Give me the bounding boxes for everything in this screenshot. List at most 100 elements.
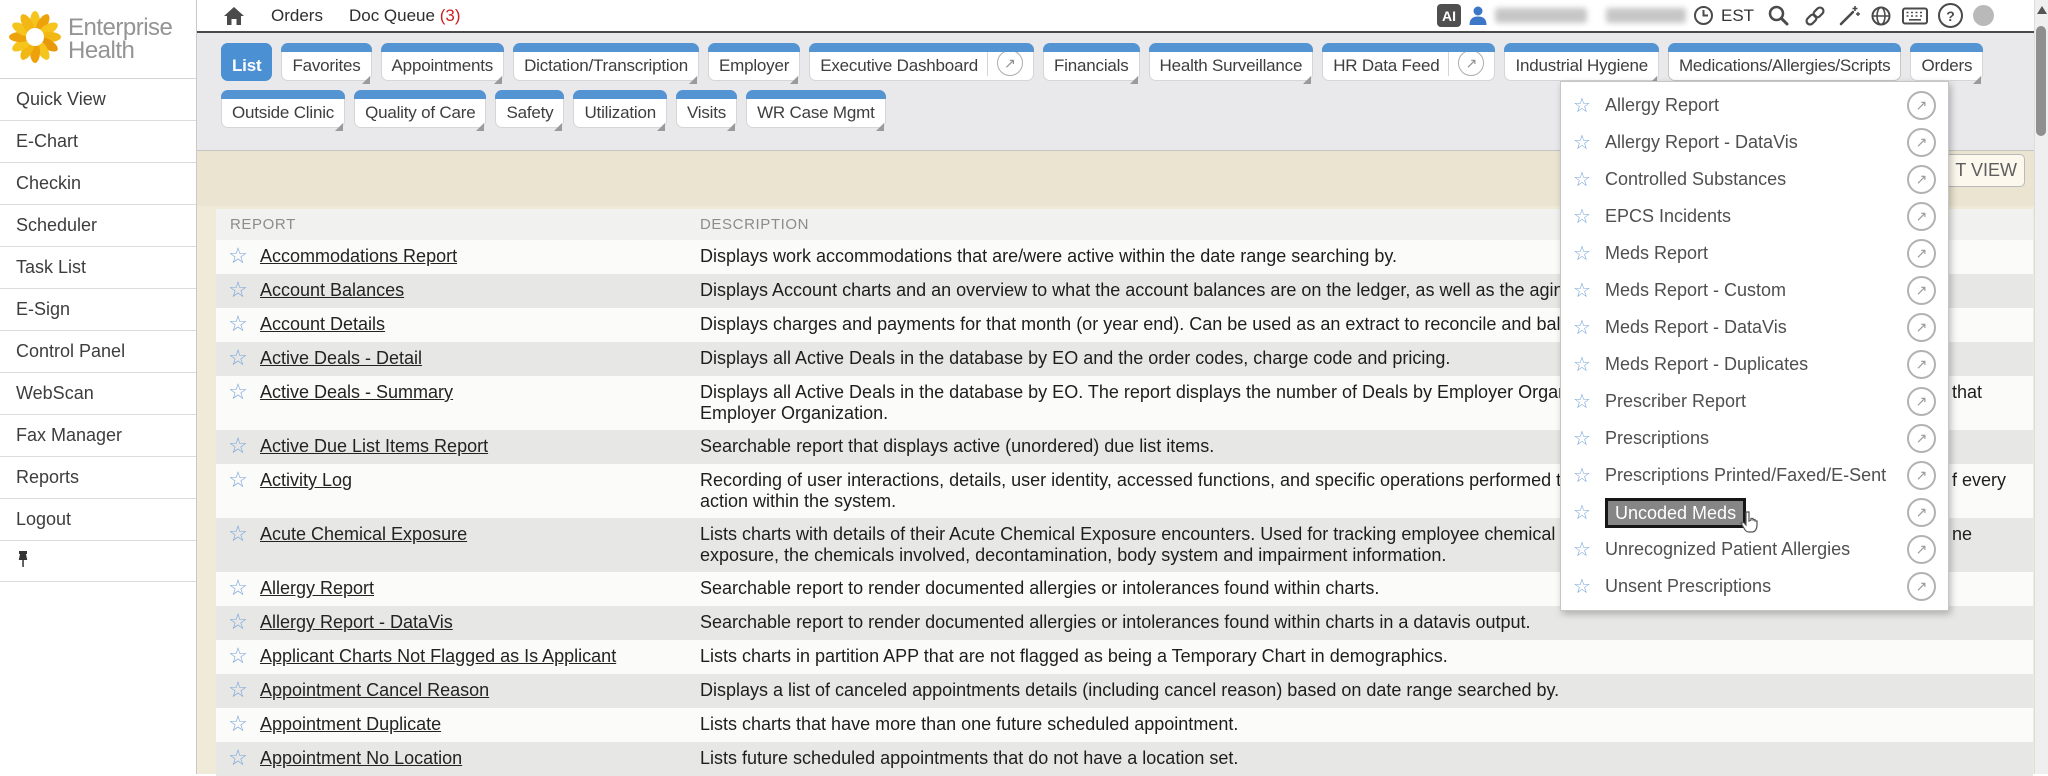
menu-item[interactable]: ☆ Unsent Prescriptions ↗ [1561,568,1948,605]
favorite-star-icon[interactable]: ☆ [216,308,260,342]
favorite-star-icon[interactable]: ☆ [1573,389,1605,414]
menu-item[interactable]: ☆ Meds Report ↗ [1561,235,1948,272]
favorite-star-icon[interactable]: ☆ [216,572,260,606]
open-in-new-icon[interactable]: ↗ [1907,461,1936,490]
sidebar-item[interactable]: Quick View [0,79,196,121]
favorite-star-icon[interactable]: ☆ [216,376,260,430]
open-in-new-icon[interactable]: ↗ [1907,165,1936,194]
tab[interactable]: Favorites [281,43,371,81]
menu-item[interactable]: ☆ Controlled Substances ↗ [1561,161,1948,198]
favorite-star-icon[interactable]: ☆ [216,742,260,776]
favorite-star-icon[interactable]: ☆ [1573,204,1605,229]
topbar-doc-queue-link[interactable]: Doc Queue (3) [349,6,461,26]
sidebar-item[interactable]: E-Sign [0,289,196,331]
tab[interactable]: Executive Dashboard ↗ [809,43,1034,81]
tab[interactable]: Financials [1043,43,1140,81]
tab[interactable]: WR Case Mgmt [746,90,886,128]
report-link[interactable]: Allergy Report - DataVis [260,612,453,632]
report-link[interactable]: Acute Chemical Exposure [260,524,467,544]
tab[interactable]: Visits [676,90,737,128]
favorite-star-icon[interactable]: ☆ [216,674,260,708]
menu-item[interactable]: ☆ Allergy Report ↗ [1561,87,1948,124]
report-link[interactable]: Appointment Duplicate [260,714,441,734]
favorite-star-icon[interactable]: ☆ [1573,93,1605,118]
menu-item[interactable]: ☆ Uncoded Meds ↗ [1561,494,1948,531]
open-in-new-icon[interactable]: ↗ [1907,239,1936,268]
favorite-star-icon[interactable]: ☆ [1573,130,1605,155]
tab[interactable]: Industrial Hygiene [1504,43,1658,81]
report-link[interactable]: Allergy Report [260,578,374,598]
favorite-star-icon[interactable]: ☆ [1573,426,1605,451]
favorite-star-icon[interactable]: ☆ [216,518,260,572]
favorite-star-icon[interactable]: ☆ [1573,463,1605,488]
report-link[interactable]: Account Details [260,314,385,334]
help-icon[interactable]: ? [1938,3,1963,28]
sidebar-item[interactable]: Control Panel [0,331,196,373]
favorite-star-icon[interactable]: ☆ [1573,167,1605,192]
sidebar-item[interactable]: Scheduler [0,205,196,247]
favorite-star-icon[interactable]: ☆ [1573,537,1605,562]
sidebar-item[interactable]: WebScan [0,373,196,415]
favorite-star-icon[interactable]: ☆ [1573,241,1605,266]
menu-item[interactable]: ☆ EPCS Incidents ↗ [1561,198,1948,235]
report-link[interactable]: Account Balances [260,280,404,300]
report-link[interactable]: Active Deals - Detail [260,348,422,368]
open-in-new-icon[interactable]: ↗ [1907,424,1936,453]
favorite-star-icon[interactable]: ☆ [216,430,260,464]
tab[interactable]: Quality of Care [354,90,486,128]
scrollbar-thumb[interactable] [2036,26,2046,136]
menu-item[interactable]: ☆ Prescriptions Printed/Faxed/E-Sent ↗ [1561,457,1948,494]
tab[interactable]: Medications/Allergies/Scripts [1668,43,1902,81]
open-in-new-icon[interactable]: ↗ [1907,350,1936,379]
sidebar-item[interactable]: E-Chart [0,121,196,163]
favorite-star-icon[interactable]: ☆ [216,342,260,376]
tab[interactable]: Orders [1910,43,1983,81]
open-in-new-icon[interactable]: ↗ [1907,535,1936,564]
menu-item[interactable]: ☆ Unrecognized Patient Allergies ↗ [1561,531,1948,568]
favorite-star-icon[interactable]: ☆ [216,640,260,674]
tab[interactable]: Safety [495,90,564,128]
sidebar-item[interactable]: Task List [0,247,196,289]
favorite-star-icon[interactable]: ☆ [1573,574,1605,599]
tab[interactable]: Dictation/Transcription [513,43,699,81]
report-link[interactable]: Active Due List Items Report [260,436,488,456]
report-link[interactable]: Activity Log [260,470,352,490]
report-link[interactable]: Appointment No Location [260,748,462,768]
favorite-star-icon[interactable]: ☆ [216,606,260,640]
ai-badge[interactable]: AI [1437,4,1461,27]
link-icon[interactable] [1803,4,1827,28]
tab[interactable]: Outside Clinic [221,90,345,128]
menu-item[interactable]: ☆ Allergy Report - DataVis ↗ [1561,124,1948,161]
favorite-star-icon[interactable]: ☆ [216,274,260,308]
report-link[interactable]: Accommodations Report [260,246,457,266]
globe-icon[interactable] [1870,5,1892,27]
open-in-new-icon[interactable]: ↗ [1907,276,1936,305]
open-in-new-icon[interactable]: ↗ [1448,50,1484,76]
open-in-new-icon[interactable]: ↗ [1907,498,1936,527]
open-in-new-icon[interactable]: ↗ [1907,128,1936,157]
view-button[interactable]: T VIEW [1940,154,2025,187]
sidebar-pin[interactable] [0,541,196,582]
report-link[interactable]: Appointment Cancel Reason [260,680,489,700]
search-icon[interactable] [1767,4,1790,27]
home-icon[interactable] [223,5,245,26]
open-in-new-icon[interactable]: ↗ [1907,91,1936,120]
user-icon[interactable] [1468,5,1488,26]
favorite-star-icon[interactable]: ☆ [1573,315,1605,340]
open-in-new-icon[interactable]: ↗ [1907,572,1936,601]
tab[interactable]: List [221,43,272,81]
report-link[interactable]: Active Deals - Summary [260,382,453,402]
sidebar-item[interactable]: Logout [0,499,196,541]
favorite-star-icon[interactable]: ☆ [216,708,260,742]
menu-item[interactable]: ☆ Meds Report - Custom ↗ [1561,272,1948,309]
open-in-new-icon[interactable]: ↗ [1907,202,1936,231]
clock-icon[interactable] [1693,5,1714,26]
menu-item[interactable]: ☆ Meds Report - Duplicates ↗ [1561,346,1948,383]
tab[interactable]: Health Surveillance [1149,43,1314,81]
tab[interactable]: Employer [708,43,800,81]
sidebar-item[interactable]: Fax Manager [0,415,196,457]
scroll-up-arrow[interactable] [2037,6,2047,14]
tab[interactable]: Utilization [573,90,667,128]
open-in-new-icon[interactable]: ↗ [987,50,1023,76]
favorite-star-icon[interactable]: ☆ [216,240,260,274]
